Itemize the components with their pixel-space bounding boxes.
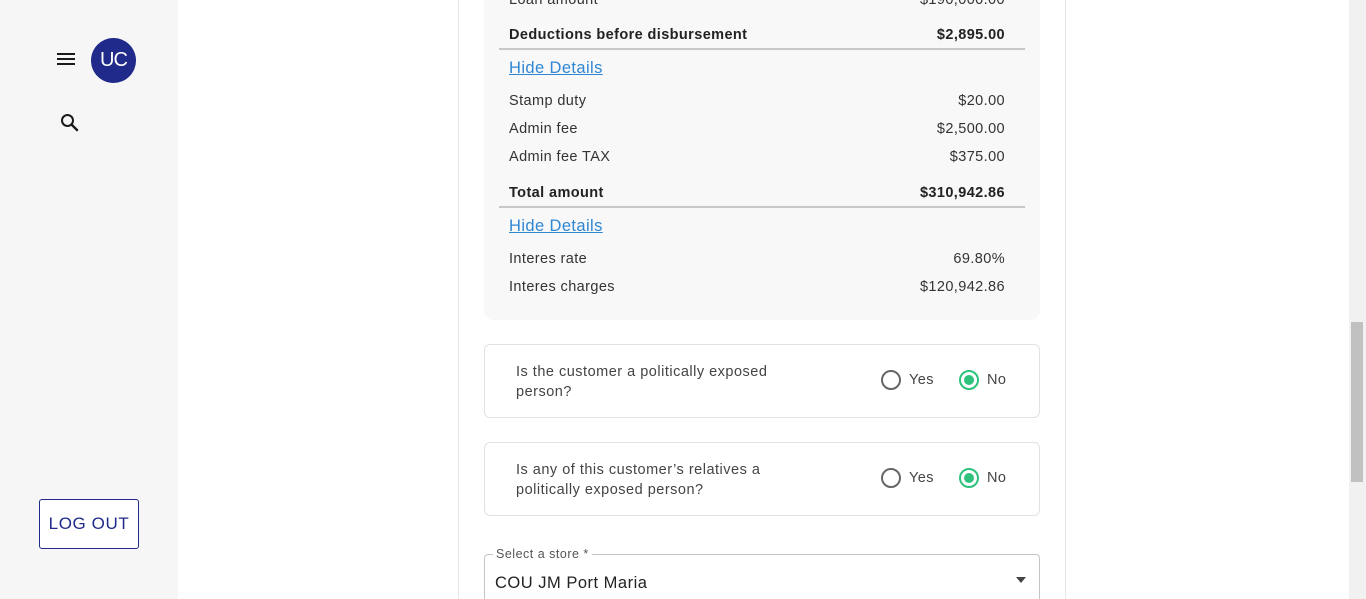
- radio-icon: [881, 468, 901, 488]
- loan-amount-row: Loan amount $190,000.00: [509, 0, 1005, 8]
- deductions-row: Deductions before disbursement $2,895.00: [509, 27, 1005, 43]
- pep-relatives-yes-radio[interactable]: Yes: [881, 468, 934, 488]
- pep-yes-radio[interactable]: Yes: [881, 370, 934, 390]
- row-value: $310,942.86: [919, 185, 1005, 201]
- question-text: Is any of this customer’s relatives a po…: [516, 462, 761, 498]
- radio-checked-icon: [959, 468, 979, 488]
- sidebar: UC LOG OUT: [0, 0, 178, 599]
- stamp-duty-row: Stamp duty $20.00: [509, 93, 1005, 109]
- row-value: $190,000.00: [919, 0, 1005, 8]
- row-label: Deductions before disbursement: [509, 27, 748, 43]
- store-select[interactable]: Select a store * COU JM Port Maria: [484, 547, 1040, 599]
- menu-icon[interactable]: [54, 50, 78, 70]
- row-label: Total amount: [509, 185, 604, 201]
- hide-details-link[interactable]: Hide Details: [509, 59, 603, 78]
- divider: [499, 48, 1025, 50]
- radio-label: Yes: [909, 372, 934, 388]
- chevron-down-icon: [1016, 577, 1026, 583]
- row-label: Interes rate: [509, 251, 588, 267]
- radio-label: No: [987, 372, 1007, 388]
- row-value: $20.00: [958, 93, 1005, 109]
- total-amount-row: Total amount $310,942.86: [509, 185, 1005, 201]
- radio-label: No: [987, 470, 1007, 486]
- row-value: $120,942.86: [919, 279, 1005, 295]
- scrollbar-thumb[interactable]: [1351, 322, 1363, 482]
- row-label: Interes charges: [509, 279, 615, 295]
- avatar[interactable]: UC: [91, 38, 136, 83]
- question-text: Is the customer a politically exposed pe…: [516, 364, 768, 400]
- store-select-value: COU JM Port Maria: [495, 574, 648, 592]
- interest-charges-row: Interes charges $120,942.86: [509, 279, 1005, 295]
- store-select-label: Select a store *: [493, 547, 592, 561]
- admin-fee-row: Admin fee $2,500.00: [509, 121, 1005, 137]
- hide-details-link[interactable]: Hide Details: [509, 217, 603, 236]
- search-icon[interactable]: [59, 112, 81, 134]
- interest-rate-row: Interes rate 69.80%: [509, 251, 1005, 267]
- radio-label: Yes: [909, 470, 934, 486]
- row-value: $2,895.00: [936, 27, 1005, 43]
- row-label: Loan amount: [509, 0, 599, 8]
- pep-relatives-no-radio[interactable]: No: [959, 468, 1006, 488]
- page-scrollbar[interactable]: [1349, 0, 1366, 599]
- pep-no-radio[interactable]: No: [959, 370, 1006, 390]
- logout-button[interactable]: LOG OUT: [39, 499, 139, 549]
- row-value: 69.80%: [953, 251, 1005, 267]
- row-value: $2,500.00: [936, 121, 1005, 137]
- radio-checked-icon: [959, 370, 979, 390]
- pep-question-card: Is the customer a politically exposed pe…: [484, 344, 1040, 418]
- row-label: Admin fee TAX: [509, 149, 611, 165]
- admin-fee-tax-row: Admin fee TAX $375.00: [509, 149, 1005, 165]
- row-label: Stamp duty: [509, 93, 587, 109]
- row-label: Admin fee: [509, 121, 578, 137]
- pep-relatives-question-card: Is any of this customer’s relatives a po…: [484, 442, 1040, 516]
- row-value: $375.00: [949, 149, 1005, 165]
- divider: [499, 206, 1025, 208]
- radio-icon: [881, 370, 901, 390]
